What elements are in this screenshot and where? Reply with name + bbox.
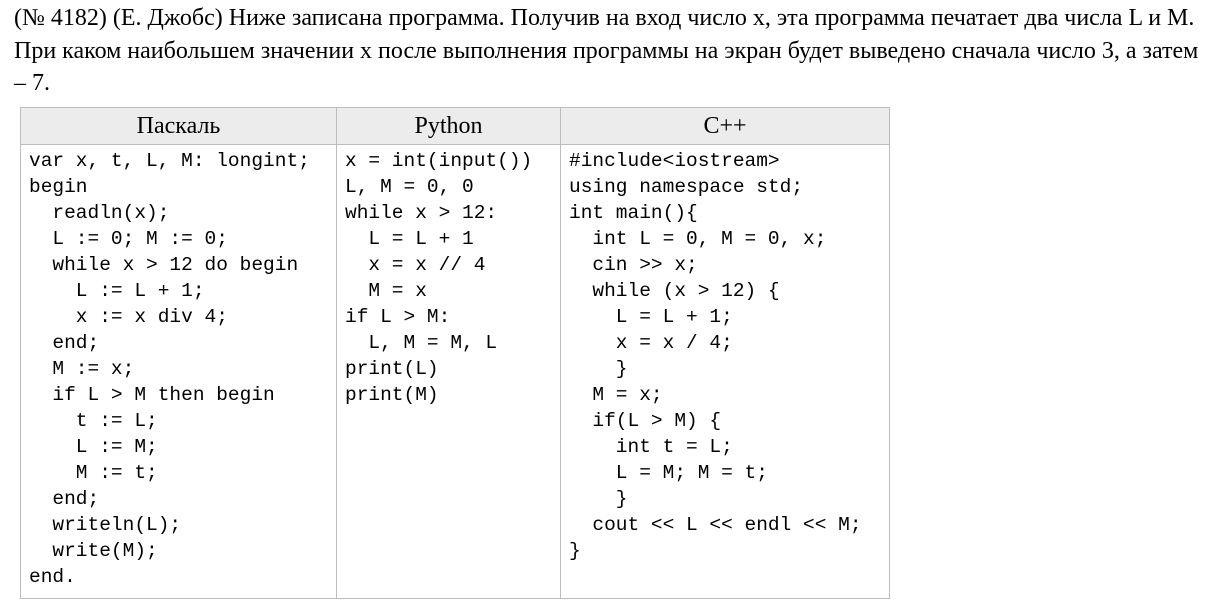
table-header-row: Паскаль Python C++: [20, 107, 890, 145]
code-line: writeln(L);: [29, 514, 182, 536]
code-comparison-table: Паскаль Python C++ var x, t, L, M: longi…: [20, 107, 890, 599]
code-line: M := t;: [29, 462, 158, 484]
code-line: while (x > 12) {: [569, 280, 780, 302]
code-line: cout << L << endl << M;: [569, 514, 862, 536]
code-line: while x > 12 do begin: [29, 254, 299, 276]
code-line: x = int(input()): [345, 150, 533, 172]
header-python: Python: [336, 107, 561, 145]
code-line: M = x: [345, 280, 427, 302]
code-line: while x > 12:: [345, 202, 498, 224]
code-line: x = x // 4: [345, 254, 486, 276]
table-code-row: var x, t, L, M: longint; begin readln(x);…: [20, 144, 890, 599]
code-line: print(M): [345, 384, 439, 406]
code-line: end;: [29, 332, 100, 354]
code-line: begin: [29, 176, 88, 198]
code-line: }: [569, 540, 581, 562]
code-line: L = L + 1;: [569, 306, 733, 328]
problem-statement: (№ 4182) (Е. Джобс) Ниже записана програ…: [14, 5, 1199, 96]
code-line: write(M);: [29, 540, 158, 562]
header-cpp: C++: [560, 107, 890, 145]
code-line: int L = 0, M = 0, x;: [569, 228, 827, 250]
header-pascal: Паскаль: [20, 107, 337, 145]
code-line: end;: [29, 488, 100, 510]
code-line: }: [569, 358, 628, 380]
code-line: L := 0; M := 0;: [29, 228, 228, 250]
code-line: L = L + 1: [345, 228, 474, 250]
code-line: M = x;: [569, 384, 663, 406]
code-line: if L > M:: [345, 306, 451, 328]
code-line: }: [569, 488, 628, 510]
cpp-code: #include<iostream> using namespace std; in…: [561, 145, 889, 564]
pascal-code: var x, t, L, M: longint; begin readln(x);…: [21, 145, 336, 590]
code-line: print(L): [345, 358, 439, 380]
code-line: readln(x);: [29, 202, 170, 224]
code-line: t := L;: [29, 410, 158, 432]
code-line: L := M;: [29, 436, 158, 458]
code-line: M := x;: [29, 358, 135, 380]
code-line: x = x / 4;: [569, 332, 733, 354]
code-line: x := x div 4;: [29, 306, 228, 328]
code-line: L, M = 0, 0: [345, 176, 474, 198]
code-line: L, M = M, L: [345, 332, 498, 354]
code-line: if(L > M) {: [569, 410, 722, 432]
code-line: if L > M then begin: [29, 384, 275, 406]
cpp-cell: #include<iostream> using namespace std; in…: [560, 144, 890, 599]
code-line: cin >> x;: [569, 254, 698, 276]
pascal-cell: var x, t, L, M: longint; begin readln(x);…: [20, 144, 337, 599]
code-line: using namespace std;: [569, 176, 804, 198]
code-line: var x, t, L, M: longint;: [29, 150, 310, 172]
code-line: int main(){: [569, 202, 698, 224]
python-cell: x = int(input()) L, M = 0, 0 while x > 12:…: [336, 144, 561, 599]
python-code: x = int(input()) L, M = 0, 0 while x > 12:…: [337, 145, 560, 408]
code-line: int t = L;: [569, 436, 733, 458]
code-line: #include<iostream>: [569, 150, 780, 172]
code-line: end.: [29, 566, 76, 588]
code-line: L = M; M = t;: [569, 462, 768, 484]
code-line: L := L + 1;: [29, 280, 205, 302]
